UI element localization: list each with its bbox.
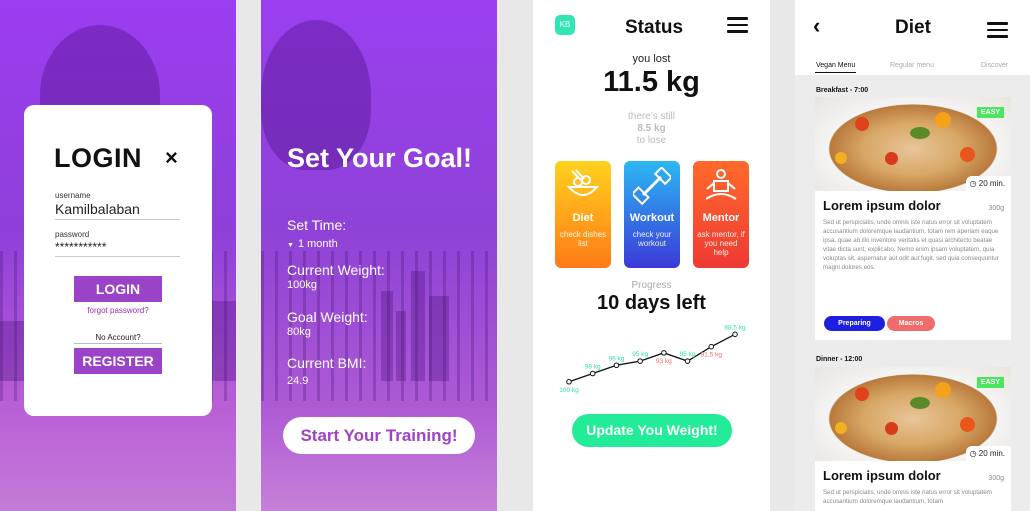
tab-discover[interactable]: Discover [981, 62, 1008, 69]
easy-badge: EASY [976, 107, 1004, 118]
goal-title: Set Your Goal! [287, 143, 473, 173]
food-weight: 300g [988, 475, 1004, 482]
weight-data-label: 95 kg [680, 351, 696, 358]
login-button[interactable]: LOGIN [74, 276, 162, 302]
update-weight-button[interactable]: Update You Weight! [572, 414, 732, 447]
login-card: LOGIN × username Kamilbalaban password *… [24, 105, 212, 416]
still-label: there's still [628, 111, 675, 122]
diet-tile[interactable]: Diet check dishes list [555, 161, 611, 268]
back-arrow-icon[interactable]: ‹ [813, 13, 820, 39]
username-label: username [55, 191, 91, 200]
still-value: 8.5 kg [637, 123, 666, 134]
food-image: EASY ◷ 20 min. [815, 97, 1011, 191]
weight-data-label: 91,5 kg [701, 352, 723, 359]
active-tab-indicator [815, 72, 856, 73]
mentor-tile[interactable]: Mentor ask mentor, if you need help [693, 161, 749, 268]
clock-icon: ◷ [969, 449, 979, 458]
dumbbell-icon [633, 167, 671, 205]
weight-point [613, 362, 620, 369]
weight-data-label: 93 kg [656, 358, 672, 365]
food-bowl-icon [566, 169, 600, 196]
set-time-dropdown[interactable]: ▼ 1 month [287, 238, 338, 250]
progress-label: Progress [631, 280, 672, 291]
set-time-label: Set Time: [287, 217, 347, 233]
weight-data-label: 95 kg [632, 351, 648, 358]
tab-vegan-menu[interactable]: Vegan Menu [816, 62, 855, 69]
weight-point [732, 331, 738, 338]
tab-regular-menu[interactable]: Regular menu [890, 62, 934, 69]
username-field[interactable]: Kamilbalaban [55, 201, 180, 220]
login-title: LOGIN [54, 143, 142, 173]
lost-value: 11.5 kg [603, 66, 700, 98]
food-title: Lorem ipsum dolor [823, 198, 941, 213]
goal-weight-label: Goal Weight: [287, 309, 368, 325]
food-description: Sed ut perspiciatis, unde omnis iste nat… [823, 219, 999, 271]
diet-screen: ‹ Diet Vegan Menu Regular menu Discover … [795, 0, 1030, 511]
food-title: Lorem ipsum dolor [823, 468, 941, 483]
forgot-password-link[interactable]: forgot password? [24, 306, 212, 315]
password-label: password [55, 230, 90, 239]
time-chip: ◷ 20 min. [965, 446, 1011, 461]
status-screen: KB Status you lost 11.5 kg there's still… [533, 0, 770, 511]
weight-point [637, 358, 643, 364]
weight-point [708, 343, 715, 350]
page-title: Status [625, 17, 684, 38]
current-weight-label: Current Weight: [287, 262, 385, 278]
bmi-label: Current BMI: [287, 355, 367, 371]
meal-card[interactable]: EASY ◷ 20 min. Lorem ipsum dolor 300g Se… [815, 97, 1011, 340]
to-lose-label: to lose [636, 135, 667, 146]
weight-point [566, 378, 572, 385]
meal-card[interactable]: EASY ◷ 20 min. Lorem ipsum dolor 300g Se… [815, 367, 1011, 511]
diet-tile-label: Diet [572, 212, 594, 224]
start-training-button[interactable]: Start Your Training! [283, 417, 475, 454]
login-screen: LOGIN × username Kamilbalaban password *… [0, 0, 236, 511]
register-button[interactable]: REGISTER [74, 348, 162, 374]
set-time-value: 1 month [297, 238, 338, 250]
no-account-text: No Account? [95, 333, 141, 342]
mentor-tile-label: Mentor [702, 212, 740, 224]
time-chip: ◷ 20 min. [965, 176, 1011, 191]
weight-data-label: 98 kg [585, 364, 601, 371]
workout-tile-label: Workout [629, 212, 675, 224]
weight-point [684, 358, 691, 364]
weight-progress-chart: 100 kg 98 kg 96 kg 95 kg 93 kg 95 kg 91,5 kg 88… [559, 324, 746, 394]
password-field[interactable]: *********** [55, 240, 180, 257]
weight-point [589, 370, 596, 377]
weight-data-label: 96 kg [608, 355, 624, 362]
current-weight-value[interactable]: 100kg [287, 279, 317, 291]
workout-tile[interactable]: Workout check your workout [624, 161, 680, 268]
macros-tag[interactable]: Macros [887, 316, 935, 331]
hamburger-menu-icon[interactable] [727, 17, 748, 37]
food-image: EASY ◷ 20 min. [815, 367, 1011, 461]
diet-tile-sub: check dishes list [559, 230, 607, 248]
time-value: 20 min. [978, 179, 1005, 188]
meditation-icon [705, 169, 737, 200]
diet-header: ‹ Diet Vegan Menu Regular menu Discover [795, 0, 1030, 75]
time-value: 20 min. [978, 449, 1005, 458]
weight-data-label: 88,5 kg [724, 324, 746, 331]
page-title: Diet [895, 17, 931, 38]
easy-badge: EASY [976, 377, 1004, 388]
preparing-tag[interactable]: Preparing [824, 316, 885, 331]
divider [74, 343, 162, 344]
food-weight: 300g [988, 205, 1004, 212]
meal-label: Dinner - 12:00 [816, 356, 863, 363]
avatar[interactable]: KB [555, 15, 575, 35]
goal-screen: Set Your Goal! Set Time: ▼ 1 month Curren… [261, 0, 497, 511]
you-lost-label: you lost [632, 53, 671, 65]
hamburger-menu-icon[interactable] [987, 22, 1008, 42]
bmi-value: 24.9 [287, 375, 309, 387]
meal-label: Breakfast - 7:00 [816, 87, 869, 94]
goal-weight-value[interactable]: 80kg [287, 326, 311, 338]
clock-icon: ◷ [969, 179, 979, 188]
mentor-tile-sub: ask mentor, if you need help [697, 230, 745, 257]
caret-down-icon: ▼ [287, 242, 294, 249]
weight-data-label: 100 kg [559, 387, 579, 394]
workout-tile-sub: check your workout [632, 230, 672, 248]
food-description: Sed ut perspiciatis, unde omnis iste nat… [823, 489, 992, 505]
weight-point [661, 350, 667, 356]
close-icon[interactable]: × [165, 145, 178, 171]
